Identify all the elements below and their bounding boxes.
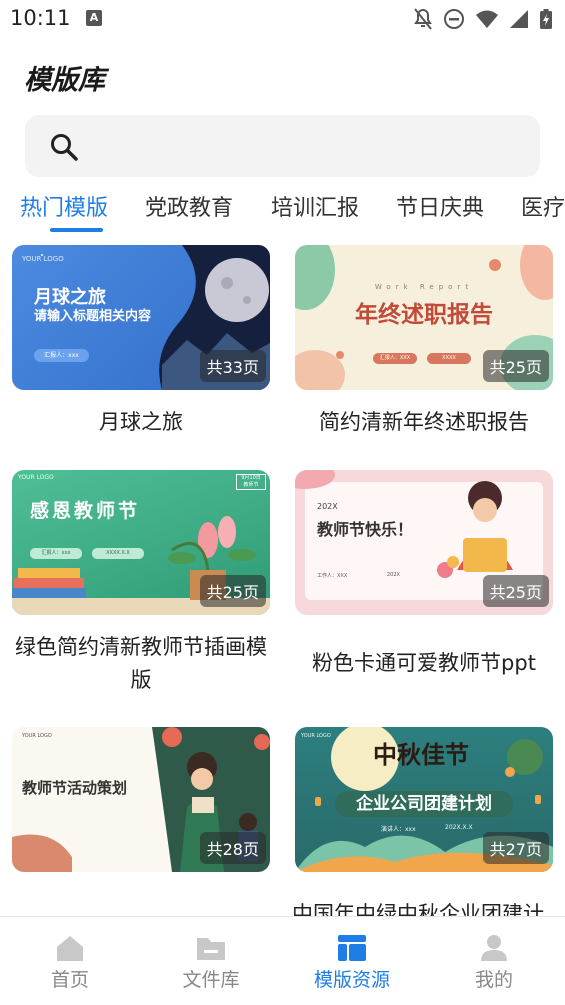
template-thumbnail[interactable]: YOUR LOGO 教师节活动策划 共28页 bbox=[12, 727, 270, 872]
template-thumbnail[interactable]: YOUR LOGO 月球之旅 请输入标题相关内容 汇报人：xxx 共33页 bbox=[12, 245, 270, 390]
template-title[interactable]: 中国年中绿中秋企业团建计 bbox=[283, 898, 553, 916]
signal-icon bbox=[510, 10, 528, 28]
search-input[interactable] bbox=[25, 115, 540, 177]
tab-medical[interactable]: 医疗 bbox=[521, 190, 565, 222]
thumb-logo: YOUR LOGO bbox=[301, 733, 331, 739]
thumb-year: 202X bbox=[317, 502, 338, 511]
status-icons bbox=[413, 7, 553, 31]
template-card[interactable]: 202X 教师节快乐！ 工作人：XXX 202X 共25页 粉色卡通可爱教师节p… bbox=[295, 470, 553, 680]
template-title[interactable]: 绿色简约清新教师节插画模版 bbox=[6, 631, 276, 697]
thumb-logo: YOUR LOGO bbox=[22, 255, 64, 263]
thumb-tag-label: 教师节 bbox=[243, 482, 259, 488]
nav-templates-label: 模版资源 bbox=[313, 969, 390, 991]
thumb-subheading: 请输入标题相关内容 bbox=[34, 309, 152, 324]
tab-training-report[interactable]: 培训汇报 bbox=[271, 190, 359, 222]
template-icon bbox=[338, 935, 366, 961]
thumb-logo: YOUR LOGO bbox=[18, 474, 54, 481]
thumb-button: 汇报人：XXX bbox=[373, 353, 417, 364]
thumb-button: 汇报人：xxx bbox=[30, 548, 82, 559]
thumb-meta: 演讲人：xxx bbox=[381, 826, 416, 833]
template-title[interactable]: 粉色卡通可爱教师节ppt bbox=[289, 647, 559, 680]
nav-templates[interactable]: 模版资源 bbox=[292, 917, 412, 1005]
thumb-button: XXXX bbox=[427, 353, 471, 364]
thumb-subheading: Work Report bbox=[374, 283, 474, 291]
template-title[interactable]: 月球之旅 bbox=[6, 406, 276, 439]
status-time: 10:11 bbox=[10, 6, 71, 30]
category-tabs: 热门模版 党政教育 培训汇报 节日庆典 医疗 bbox=[0, 186, 565, 232]
page-title: 模版库 bbox=[24, 65, 105, 96]
page-count-badge: 共27页 bbox=[482, 832, 549, 864]
page-count-badge: 共25页 bbox=[482, 575, 549, 607]
template-thumbnail[interactable]: YOUR LOGO 中秋佳节 企业公司团建计划 演讲人：xxx 202X.X.X… bbox=[295, 727, 553, 872]
thumb-heading: 月球之旅 bbox=[34, 287, 106, 308]
thumb-tag-date: 9月10日 bbox=[241, 475, 261, 481]
nav-files[interactable]: 文件库 bbox=[151, 917, 271, 1005]
tab-party-education[interactable]: 党政教育 bbox=[145, 190, 233, 222]
thumb-heading: 年终述职报告 bbox=[355, 301, 493, 328]
page-count-badge: 共33页 bbox=[199, 350, 266, 382]
template-thumbnail[interactable]: Work Report 年终述职报告 汇报人：XXX XXXX 共25页 bbox=[295, 245, 553, 390]
active-tab-indicator bbox=[50, 228, 103, 232]
notifications-off-icon bbox=[414, 8, 432, 30]
thumb-logo: YOUR LOGO bbox=[22, 733, 52, 739]
template-title-partial-clip: 中国年中绿中秋企业团建计 bbox=[283, 886, 553, 916]
page-count-badge: 共28页 bbox=[199, 832, 266, 864]
template-title[interactable]: 简约清新年终述职报告 bbox=[289, 406, 559, 439]
template-card[interactable]: YOUR LOGO 9月10日 教师节 感恩教师节 汇报人：xxx XXXX.X… bbox=[12, 470, 270, 697]
battery-charging-icon bbox=[540, 9, 552, 29]
page-count-badge: 共25页 bbox=[482, 350, 549, 382]
thumb-heading: 教师节活动策划 bbox=[22, 779, 128, 797]
template-thumbnail[interactable]: 202X 教师节快乐！ 工作人：XXX 202X 共25页 bbox=[295, 470, 553, 615]
template-card[interactable]: YOUR LOGO 中秋佳节 企业公司团建计划 演讲人：xxx 202X.X.X… bbox=[295, 727, 553, 872]
folder-icon bbox=[197, 938, 225, 960]
thumb-heading: 感恩教师节 bbox=[30, 500, 141, 522]
template-card[interactable]: Work Report 年终述职报告 汇报人：XXX XXXX 共25页 简约清… bbox=[295, 245, 553, 439]
thumb-heading: 教师节快乐！ bbox=[317, 520, 414, 539]
thumb-meta: 工作人：XXX bbox=[317, 573, 348, 579]
thumb-date: 202X bbox=[387, 572, 400, 578]
page-count-badge: 共25页 bbox=[199, 575, 266, 607]
notification-a-icon: A bbox=[86, 10, 102, 26]
bottom-navigation: 首页 文件库 模版资源 我的 bbox=[0, 916, 565, 1005]
nav-home-label: 首页 bbox=[50, 969, 89, 991]
tab-festival[interactable]: 节日庆典 bbox=[396, 190, 484, 222]
nav-home[interactable]: 首页 bbox=[10, 917, 130, 1005]
thumb-button: XXXX.X.X bbox=[92, 548, 144, 559]
thumb-tag: 9月10日 教师节 bbox=[236, 474, 266, 490]
template-thumbnail[interactable]: YOUR LOGO 9月10日 教师节 感恩教师节 汇报人：xxx XXXX.X… bbox=[12, 470, 270, 615]
thumb-button: 汇报人：xxx bbox=[34, 349, 89, 362]
home-icon bbox=[57, 936, 83, 961]
template-card[interactable]: YOUR LOGO 教师节活动策划 共28页 bbox=[12, 727, 270, 872]
thumb-heading: 中秋佳节 bbox=[373, 740, 469, 769]
do-not-disturb-icon bbox=[444, 9, 464, 29]
wifi-icon bbox=[476, 10, 498, 28]
nav-files-label: 文件库 bbox=[182, 969, 240, 991]
nav-profile[interactable]: 我的 bbox=[434, 917, 554, 1005]
nav-profile-label: 我的 bbox=[474, 969, 513, 991]
status-bar: 10:11 A bbox=[0, 0, 565, 38]
search-icon bbox=[51, 134, 78, 161]
template-card[interactable]: YOUR LOGO 月球之旅 请输入标题相关内容 汇报人：xxx 共33页 月球… bbox=[12, 245, 270, 439]
tab-hot[interactable]: 热门模版 bbox=[20, 190, 108, 222]
thumb-subheading: 企业公司团建计划 bbox=[335, 791, 513, 817]
profile-icon bbox=[481, 935, 507, 961]
thumb-date: 202X.X.X bbox=[445, 824, 473, 831]
